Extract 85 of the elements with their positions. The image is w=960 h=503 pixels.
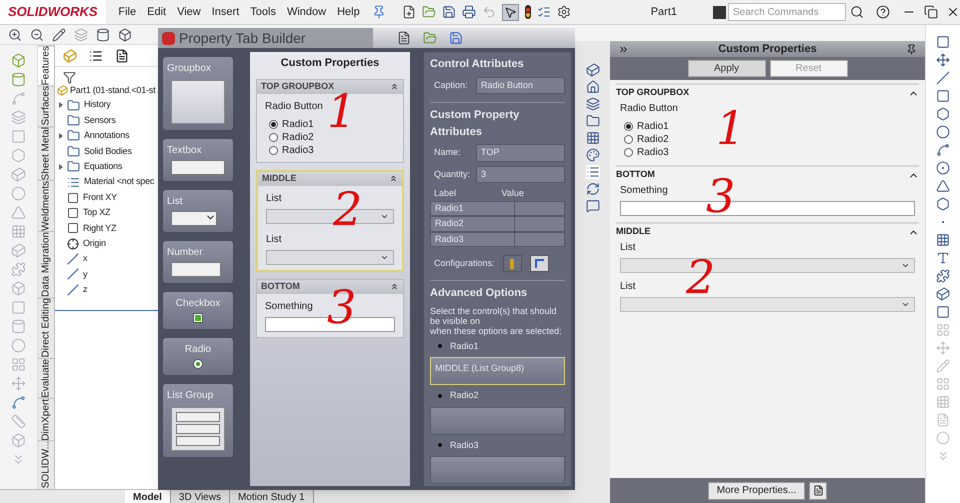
- instruction-text: when these options are selected:: [430, 326, 563, 336]
- radio-label[interactable]: Radio3: [637, 145, 669, 160]
- window-title: Property Tab Builder: [179, 28, 306, 48]
- field-label: Configurations:: [433, 256, 495, 270]
- menu-item[interactable]: View: [177, 4, 201, 20]
- palette-label: Textbox: [167, 144, 202, 158]
- menu-item[interactable]: Window: [286, 4, 326, 20]
- control-caption: Radio Button: [265, 100, 324, 114]
- section-heading: Custom Property Attributes: [430, 108, 520, 140]
- palette-label: Checkbox: [174, 297, 222, 311]
- tree-item[interactable]: Part1 (01-stand.<01-st: [70, 84, 156, 98]
- pane-button[interactable]: Apply: [688, 60, 766, 77]
- radio-label[interactable]: Radio3: [282, 142, 314, 158]
- group-title: TOP GROUPBOX: [616, 86, 690, 100]
- field-label: Caption:: [433, 78, 469, 92]
- tree-item[interactable]: Origin: [83, 236, 106, 250]
- column-header: Label: [433, 187, 458, 200]
- radio-label[interactable]: Radio1: [637, 119, 669, 134]
- palette-label: Number: [167, 246, 204, 260]
- command-tab[interactable]: Data Migration: [38, 231, 54, 298]
- bottom-tab[interactable]: Model: [125, 490, 171, 503]
- menu-item[interactable]: File: [118, 4, 136, 20]
- tree-item[interactable]: Annotations: [84, 129, 130, 143]
- tree-item[interactable]: x: [83, 252, 88, 266]
- menu-item[interactable]: Insert: [212, 4, 240, 20]
- section-heading: Advanced Options: [430, 286, 528, 301]
- tree-item[interactable]: Material <not spec: [84, 175, 154, 189]
- radio-label[interactable]: Radio2: [637, 132, 669, 147]
- tree-item[interactable]: Equations: [84, 160, 122, 174]
- section-heading: Control Attributes: [430, 57, 525, 72]
- control-caption: List: [620, 280, 637, 294]
- handwritten-number: 2: [333, 186, 362, 232]
- handwritten-number: 1: [716, 105, 746, 151]
- control-caption: Something: [265, 300, 314, 314]
- app-logo: SOLIDWORKS: [0, 0, 106, 24]
- bottom-tab[interactable]: Motion Study 1: [230, 490, 314, 503]
- tree-item[interactable]: Solid Bodies: [84, 144, 132, 158]
- palette-label: Groupbox: [167, 62, 212, 76]
- option-label[interactable]: Radio2: [450, 389, 479, 402]
- menu-item[interactable]: Help: [337, 4, 360, 20]
- palette-label: List: [167, 195, 184, 209]
- option-label[interactable]: Radio1: [450, 340, 479, 353]
- tree-item[interactable]: z: [83, 283, 88, 297]
- menu-item[interactable]: Edit: [147, 4, 166, 20]
- group-title: BOTTOM: [616, 168, 655, 182]
- command-tab[interactable]: Weldments: [38, 180, 54, 232]
- bottom-tab[interactable]: 3D Views: [170, 490, 230, 503]
- option-label[interactable]: Radio3: [450, 438, 479, 452]
- control-caption: List: [266, 192, 283, 206]
- command-tab[interactable]: Surfaces: [38, 85, 54, 126]
- control-caption: List: [620, 241, 637, 255]
- handwritten-number: 2: [686, 254, 716, 300]
- control-caption: List: [266, 232, 283, 246]
- group-title: MIDDLE: [616, 225, 650, 238]
- group-title: MIDDLE: [262, 172, 296, 185]
- control-caption: Something: [620, 184, 669, 198]
- handwritten-number: 3: [706, 173, 736, 219]
- tree-item[interactable]: y: [83, 268, 88, 282]
- menu-item[interactable]: Tools: [250, 4, 276, 20]
- panel-title: Custom Properties: [280, 56, 380, 71]
- pane-title: Custom Properties: [717, 42, 818, 57]
- command-tab[interactable]: Sheet Metal: [38, 126, 54, 180]
- search-field[interactable]: Search Commands: [728, 3, 846, 21]
- tree-item[interactable]: Front XY: [83, 190, 117, 204]
- tree-item[interactable]: History: [84, 98, 111, 112]
- field-label: Name:: [433, 146, 462, 159]
- tree-item[interactable]: Right YZ: [83, 222, 116, 236]
- control-caption: Radio Button: [620, 102, 679, 116]
- more-properties-button[interactable]: More Properties...: [708, 482, 806, 500]
- command-tab[interactable]: Features: [38, 45, 54, 86]
- document-title: Part1: [650, 4, 677, 20]
- command-tab[interactable]: Evaluate: [38, 358, 54, 398]
- tree-item[interactable]: Top XZ: [83, 206, 110, 220]
- command-tab[interactable]: DimXpert: [38, 398, 54, 440]
- palette-label: List Group: [167, 389, 214, 403]
- column-header: Value: [500, 187, 525, 200]
- tree-item[interactable]: Sensors: [84, 114, 116, 128]
- handwritten-number: 3: [327, 284, 356, 330]
- field-label: Quantity:: [433, 168, 472, 181]
- command-tab[interactable]: SOLIDW...: [38, 440, 54, 488]
- radio-label[interactable]: Radio2: [282, 130, 314, 144]
- command-tab[interactable]: Direct Editing: [38, 297, 54, 358]
- radio-label[interactable]: Radio1: [282, 116, 314, 132]
- group-title: BOTTOM: [261, 280, 300, 293]
- palette-label: Radio: [184, 343, 212, 357]
